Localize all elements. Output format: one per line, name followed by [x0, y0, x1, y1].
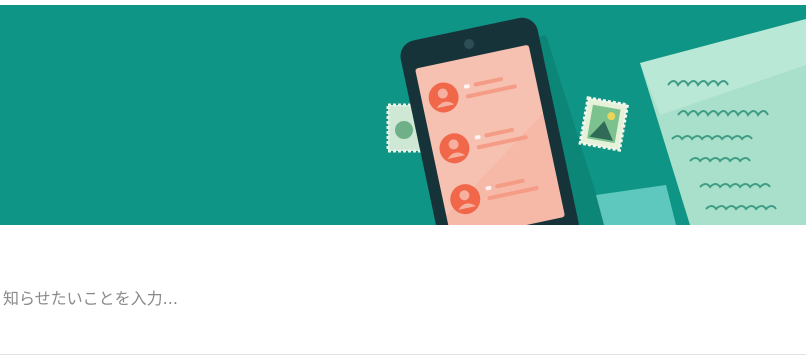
announcement-input[interactable]: [0, 268, 760, 328]
header-banner: [0, 5, 806, 225]
announcement-card: [0, 0, 806, 357]
banner-illustration: [386, 17, 806, 225]
smartphone-icon: [400, 17, 579, 225]
bottom-divider: [0, 354, 806, 355]
stamp-right-icon: [578, 96, 630, 152]
